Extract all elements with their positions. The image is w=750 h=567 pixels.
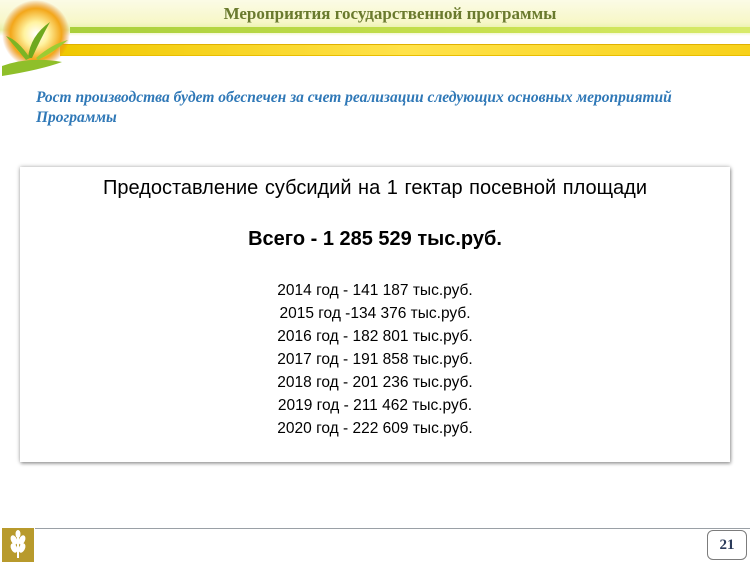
card-heading: Предоставление субсидий на 1 гектар посе… bbox=[102, 177, 648, 199]
subsidy-card: Предоставление субсидий на 1 гектар посе… bbox=[20, 167, 730, 462]
list-item: 2019 год - 211 462 тыс.руб. bbox=[277, 397, 473, 414]
list-item: 2014 год - 141 187 тыс.руб. bbox=[277, 282, 473, 299]
header-yellow-stripe bbox=[60, 44, 750, 56]
list-item: 2017 год - 191 858 тыс.руб. bbox=[277, 351, 473, 368]
list-item: 2020 год - 222 609 тыс.руб. bbox=[277, 420, 473, 437]
year-list: 2014 год - 141 187 тыс.руб. 2015 год -13… bbox=[20, 279, 730, 440]
list-item: 2015 год -134 376 тыс.руб. bbox=[279, 305, 471, 322]
sun-sprout-icon bbox=[2, 0, 70, 76]
subtitle: Рост производства будет обеспечен за сче… bbox=[36, 89, 672, 126]
wheat-icon bbox=[10, 530, 26, 558]
list-item: 2016 год - 182 801 тыс.руб. bbox=[277, 328, 473, 345]
card-total: Всего - 1 285 529 тыс.руб. bbox=[248, 228, 502, 250]
header-green-stripe bbox=[70, 27, 750, 33]
footer-logo bbox=[2, 528, 34, 562]
footer-divider bbox=[35, 528, 750, 529]
page-number: 21 bbox=[707, 530, 747, 560]
page-title: Мероприятия государственной программы bbox=[223, 4, 557, 23]
list-item: 2018 год - 201 236 тыс.руб. bbox=[277, 374, 473, 391]
